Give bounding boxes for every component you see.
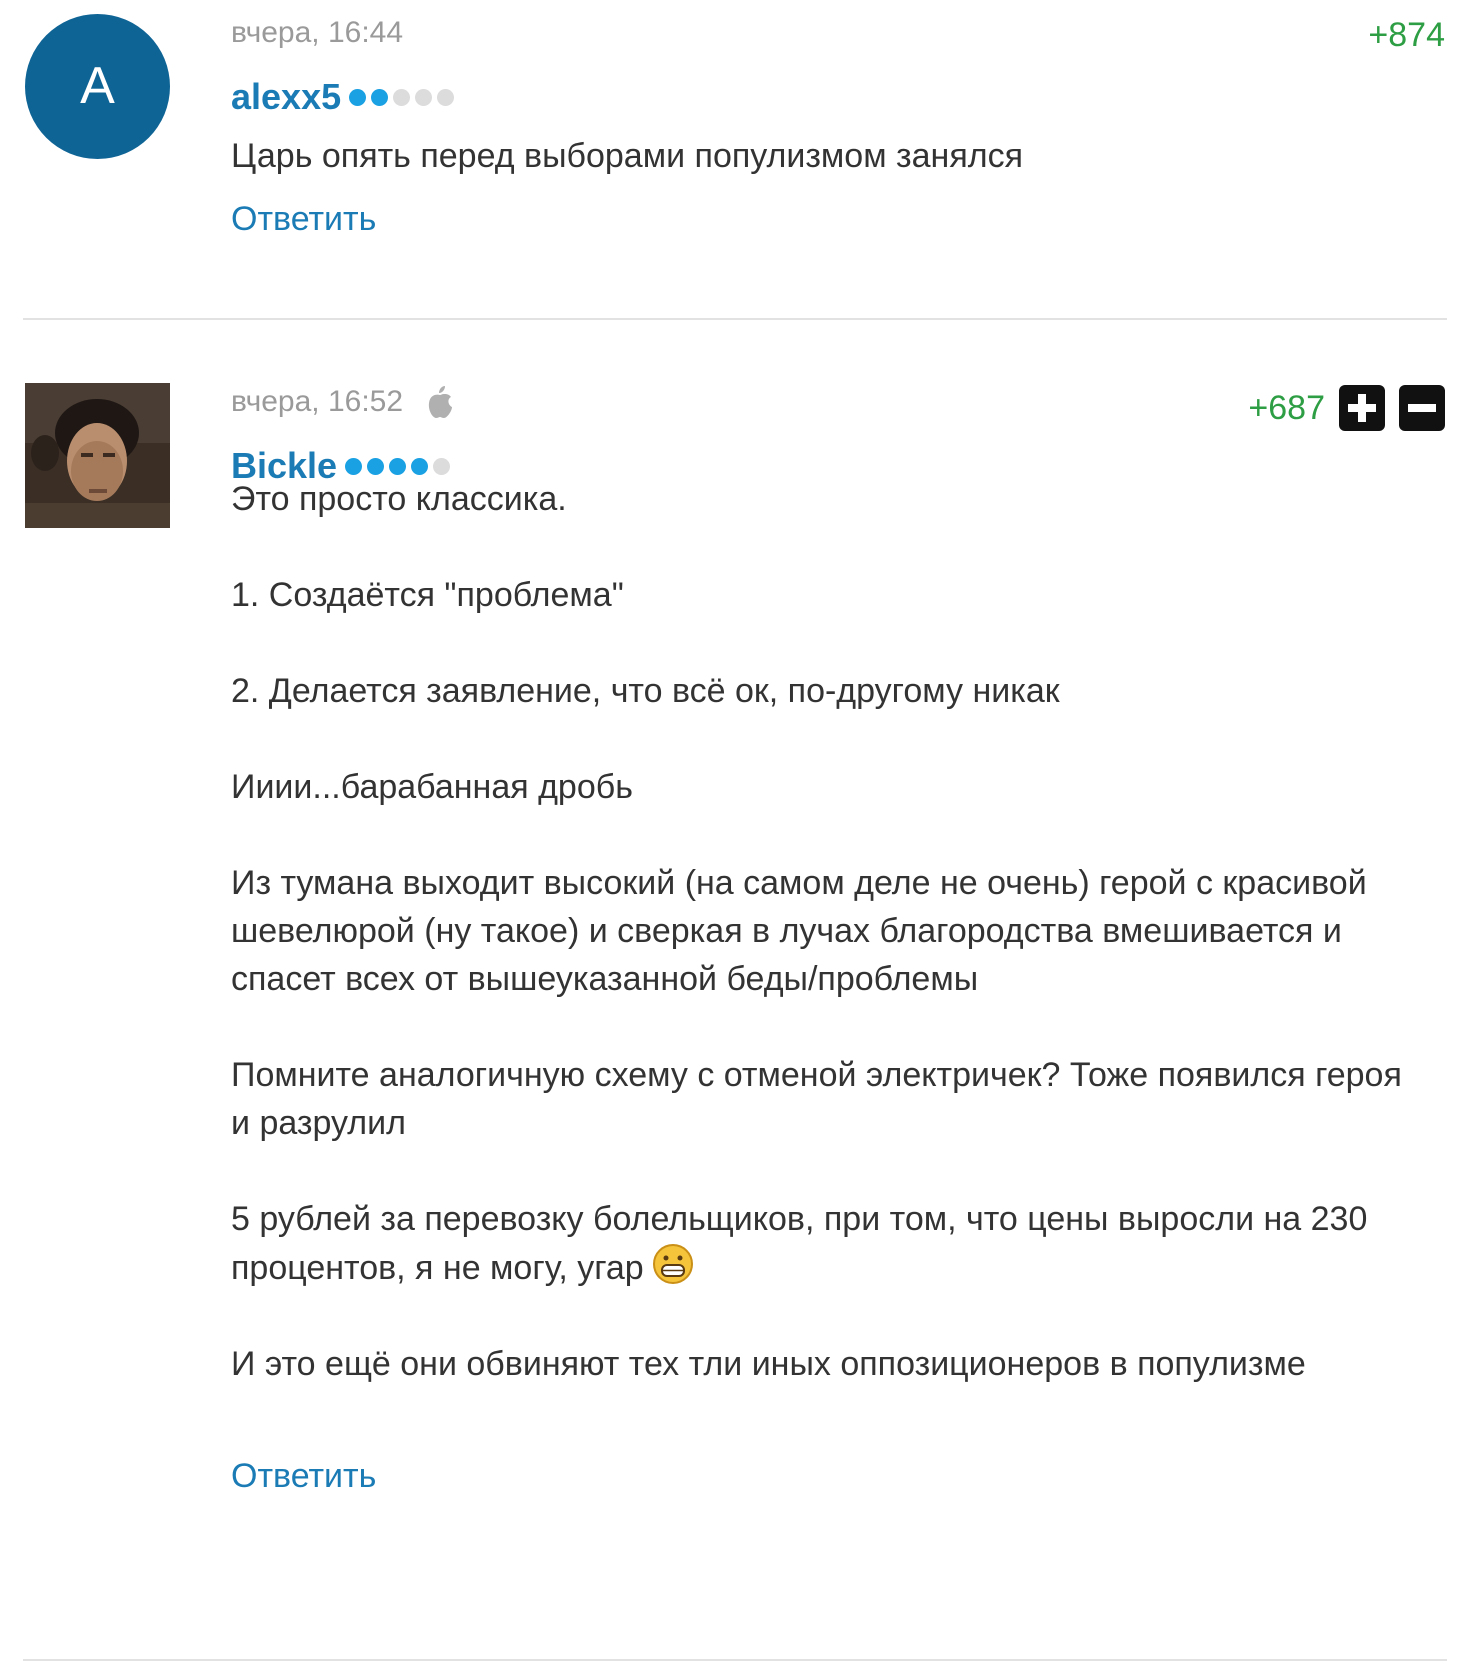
reply-link[interactable]: Ответить — [231, 200, 376, 239]
user-rating-dots — [349, 88, 459, 106]
comment-paragraph: Ииии...барабанная дробь — [231, 768, 633, 806]
rating-dot — [411, 457, 429, 475]
divider — [23, 1659, 1447, 1661]
rating-dot — [367, 457, 385, 475]
comment-timestamp: вчера, 16:52 — [231, 385, 404, 418]
plus-icon-vertical — [1358, 394, 1366, 422]
author-row: alexx5 — [231, 76, 459, 118]
avatar[interactable] — [25, 383, 170, 528]
user-rating-dots — [345, 457, 455, 475]
avatar-photo-icon — [25, 383, 170, 528]
comment-paragraph: И это ещё они обвиняют тех тли иных оппо… — [231, 1345, 1306, 1383]
rating-dot — [415, 88, 433, 106]
rating-dot — [345, 457, 363, 475]
rating-dot — [433, 457, 451, 475]
comment-paragraph: Из тумана выходит высокий (на самом деле… — [231, 864, 1367, 998]
comment-text: Это просто классика. 1. Создаётся "пробл… — [231, 475, 1411, 1388]
grinning-face-emoji-icon — [652, 1244, 693, 1284]
comment-paragraph: 5 рублей за перевозку болельщиков, при т… — [231, 1200, 1368, 1287]
rating-dot — [349, 88, 367, 106]
vote-down-button[interactable] — [1399, 385, 1445, 431]
vote-area: +874 — [1368, 16, 1445, 55]
comment-meta: вчера, 16:52 — [231, 385, 453, 419]
rating-dot — [437, 88, 455, 106]
rating-dot — [371, 88, 389, 106]
comment-paragraph: 1. Создаётся "проблема" — [231, 576, 624, 614]
comment-score: +874 — [1368, 16, 1445, 54]
comment-paragraph: Царь опять перед выборами популизмом зан… — [231, 137, 1023, 175]
avatar[interactable]: A — [25, 14, 170, 159]
comment-text: Царь опять перед выборами популизмом зан… — [231, 132, 1023, 180]
minus-icon — [1408, 404, 1436, 412]
apple-icon — [428, 386, 453, 418]
comment-score: +687 — [1248, 388, 1325, 427]
vote-area: +687 — [1248, 385, 1445, 431]
rating-dot — [389, 457, 407, 475]
comment-paragraph: Это просто классика. — [231, 480, 567, 518]
username-link[interactable]: alexx5 — [231, 76, 341, 118]
comment-paragraph: Помните аналогичную схему с отменой элек… — [231, 1056, 1402, 1142]
comment-paragraph: 2. Делается заявление, что всё ок, по-др… — [231, 672, 1060, 710]
divider — [23, 318, 1447, 320]
vote-up-button[interactable] — [1339, 385, 1385, 431]
reply-link[interactable]: Ответить — [231, 1457, 376, 1496]
comment-meta: вчера, 16:44 — [231, 16, 403, 50]
comment-paragraph-with-emoji: 5 рублей за перевозку болельщиков, при т… — [231, 1195, 1411, 1292]
comment-timestamp: вчера, 16:44 — [231, 16, 404, 49]
rating-dot — [393, 88, 411, 106]
